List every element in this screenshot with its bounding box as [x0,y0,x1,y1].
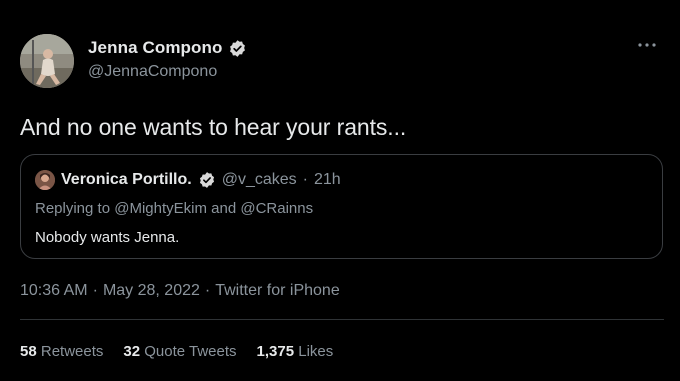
quote-separator: · [302,171,308,188]
retweets-count: 58 [20,343,37,360]
retweets-stat[interactable]: 58 Retweets [20,343,103,360]
author-handle[interactable]: @JennaCompono [88,63,217,81]
quote-avatar[interactable] [35,170,55,190]
tweet-text: And no one wants to hear your rants... [20,114,407,140]
quote-tweets-label: Quote Tweets [144,343,237,360]
likes-stat[interactable]: 1,375 Likes [257,343,334,360]
tweet-meta: 10:36 AM · May 28, 2022 · Twitter for iP… [20,282,340,300]
quote-text: Nobody wants Jenna. [35,229,180,246]
likes-count: 1,375 [256,343,295,360]
divider [20,319,664,320]
likes-label: Likes [298,343,334,360]
author-name-row: Jenna Compono [88,38,247,58]
quote-tweets-stat[interactable]: 32 Quote Tweets [123,343,236,360]
replying-prefix: Replying to [35,200,111,217]
mention-link[interactable]: @MightyEkim [114,200,207,217]
meta-separator: · [204,282,211,299]
author-name[interactable]: Jenna Compono [88,38,222,58]
more-horizontal-icon[interactable] [636,38,658,50]
tweet-source[interactable]: Twitter for iPhone [215,282,340,300]
quote-tweets-count: 32 [123,343,141,360]
tweet-stats: 58 Retweets 32 Quote Tweets 1,375 Likes [20,343,353,360]
tweet-time[interactable]: 10:36 AM [20,282,88,300]
quote-author-name[interactable]: Veronica Portillo. [61,171,192,189]
quoted-tweet[interactable]: Veronica Portillo. @v_cakes · 21h Replyi… [20,154,663,259]
tweet-date[interactable]: May 28, 2022 [103,282,200,300]
quote-timestamp[interactable]: 21h [314,171,341,189]
meta-separator: · [92,282,98,299]
replying-and: and [211,200,237,217]
quote-replying-to: Replying to @MightyEkim and @CRainns [35,200,313,217]
mention-link[interactable]: @CRainns [240,200,313,217]
verified-badge-icon [198,171,216,189]
tweet-card: Jenna Compono @JennaCompono And no one w… [0,0,680,381]
verified-badge-icon [228,39,247,58]
quote-author-handle[interactable]: @v_cakes [222,171,297,189]
quote-header: Veronica Portillo. @v_cakes · 21h [35,170,341,190]
author-avatar[interactable] [20,34,74,88]
retweets-label: Retweets [40,343,104,360]
